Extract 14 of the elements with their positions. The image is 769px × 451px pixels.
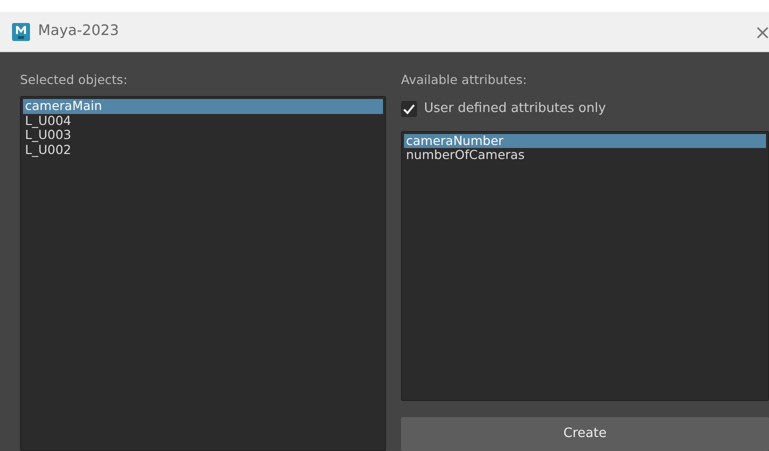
- checkbox[interactable]: [401, 101, 417, 118]
- window-title: Maya-2023: [38, 22, 120, 42]
- list-item[interactable]: L_U004: [23, 114, 383, 128]
- create-button[interactable]: Create: [401, 417, 769, 451]
- app-logo-icon: [12, 23, 30, 41]
- list-label: Selected objects:: [20, 71, 128, 89]
- close-button[interactable]: ×: [750, 22, 769, 42]
- checkbox-label: User defined attributes only: [424, 100, 606, 118]
- list-label: Available attributes:: [401, 71, 528, 89]
- list-item[interactable]: cameraMain: [23, 99, 383, 114]
- list-item[interactable]: numberOfCameras: [404, 148, 766, 163]
- list-item[interactable]: cameraNumber: [404, 134, 766, 148]
- list-item[interactable]: L_U002: [23, 142, 383, 157]
- list-item[interactable]: L_U003: [23, 128, 383, 142]
